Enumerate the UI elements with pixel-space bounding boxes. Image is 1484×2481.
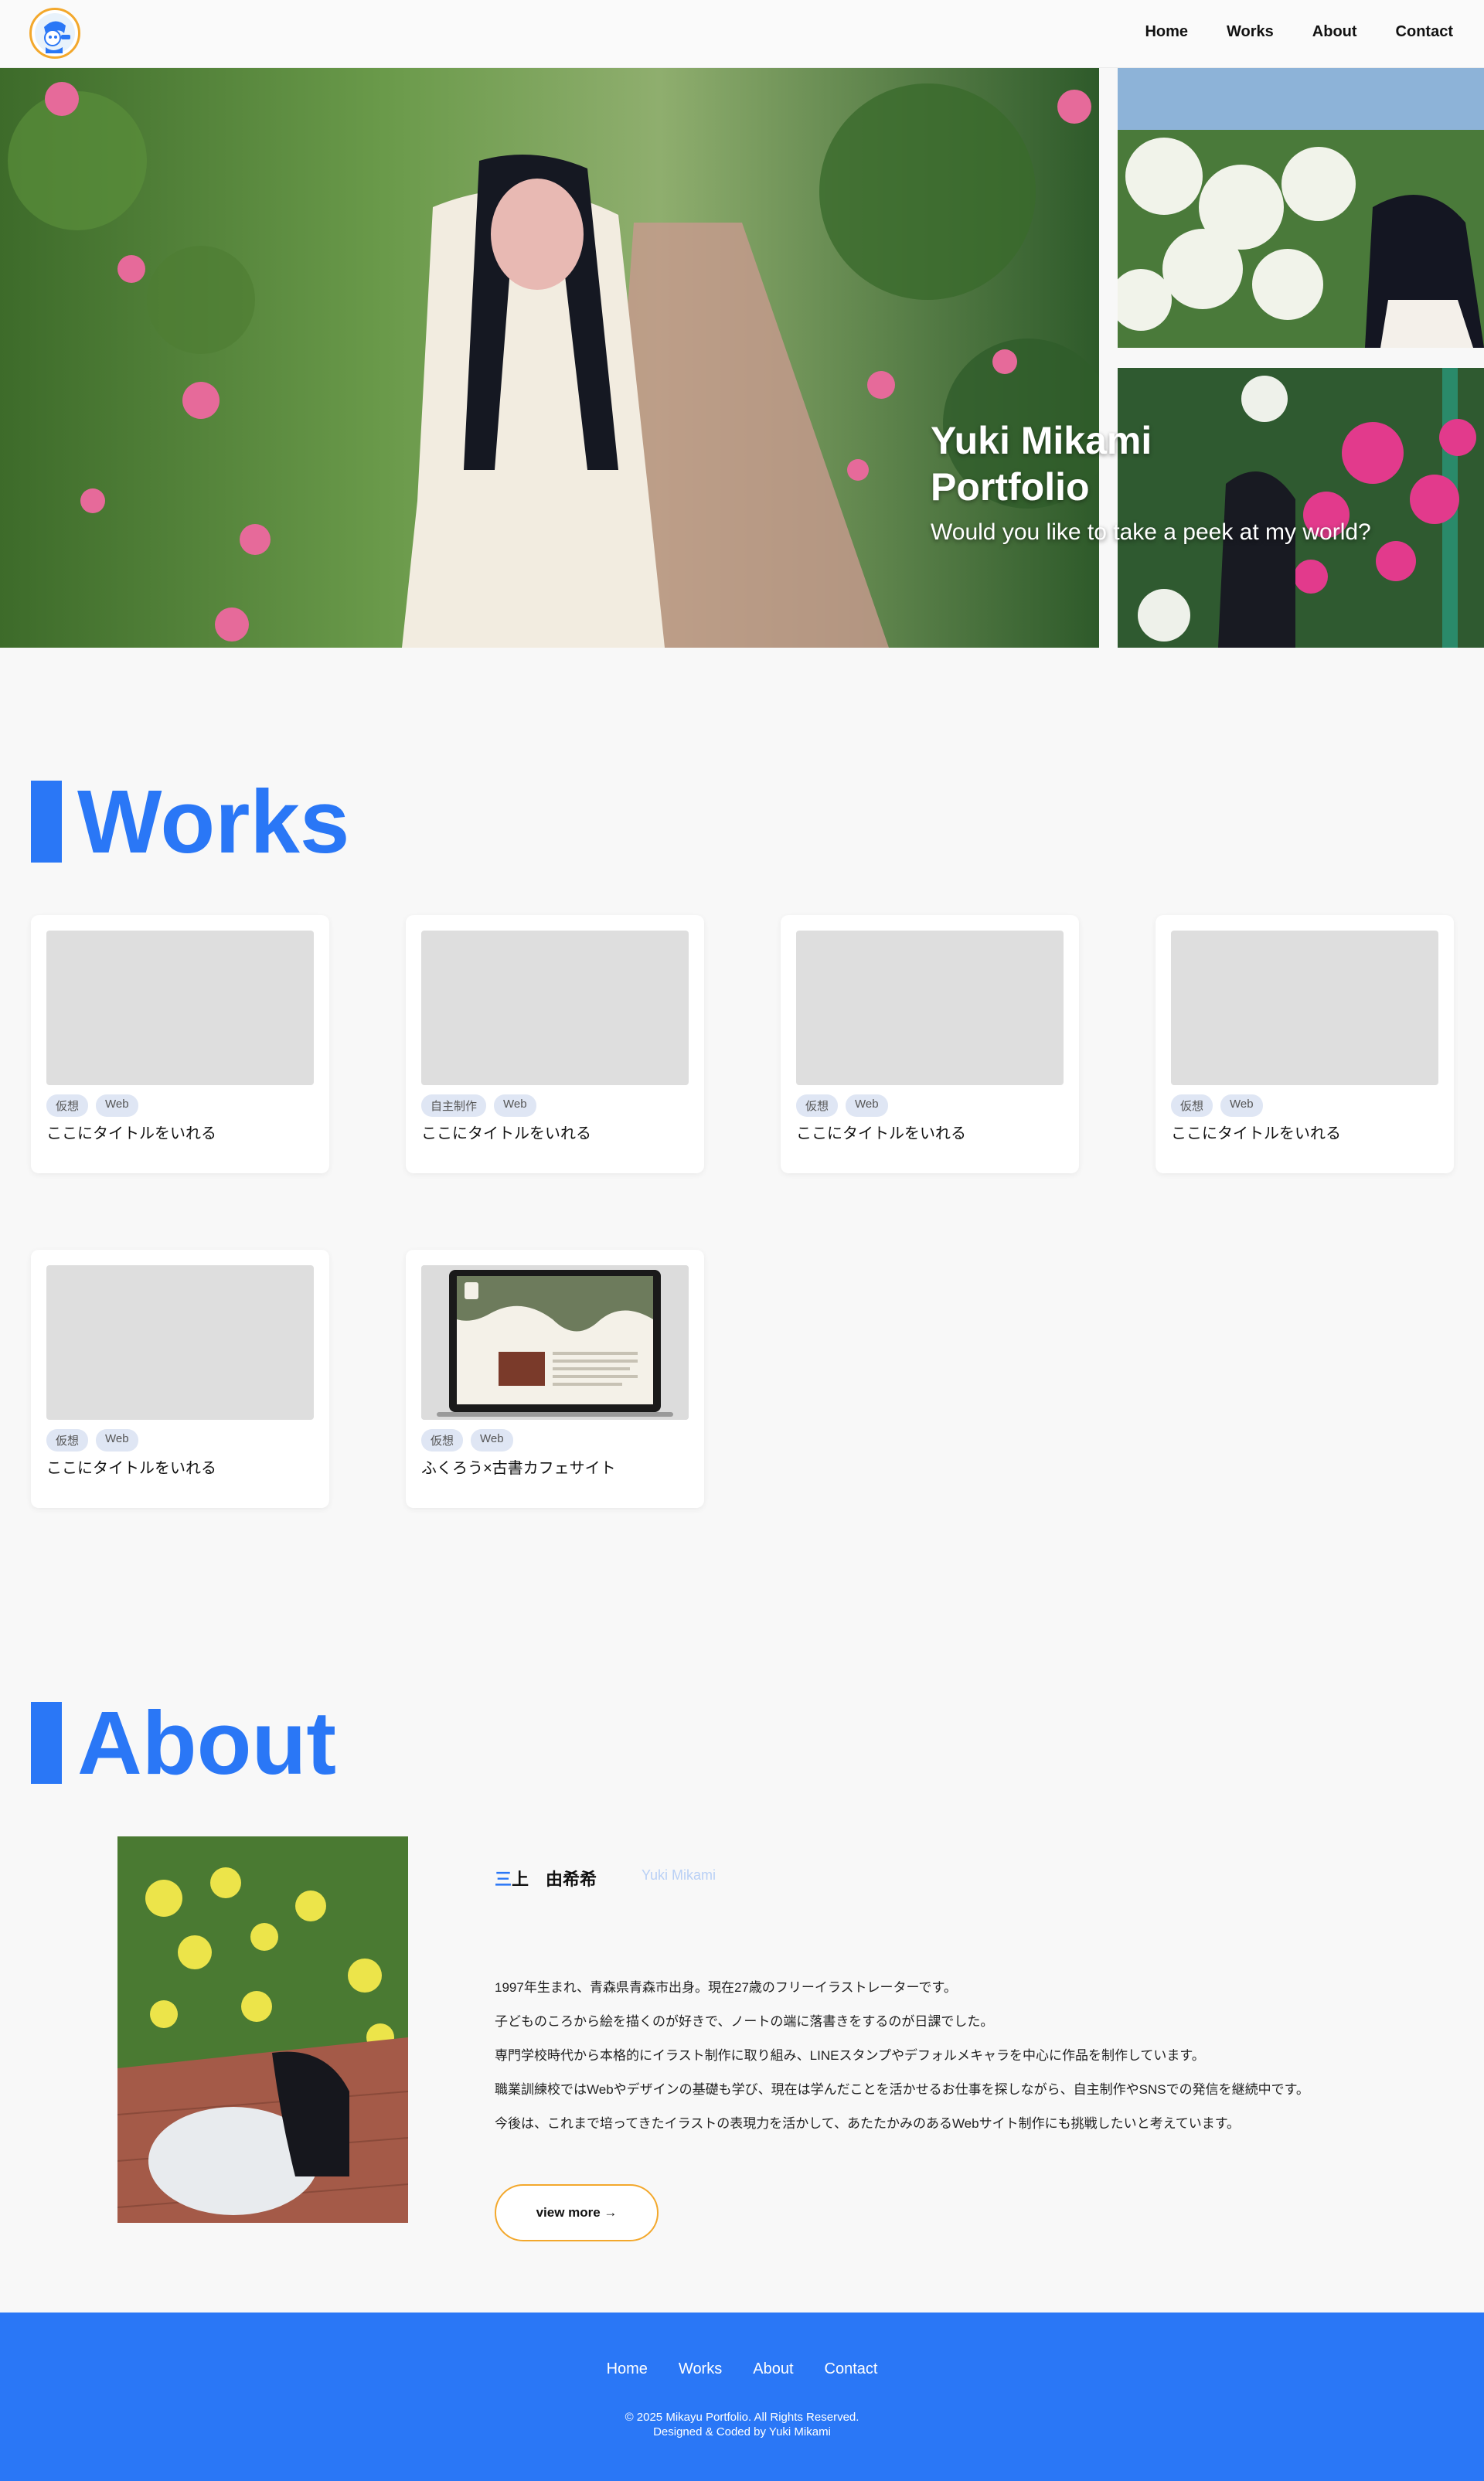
work-title: ふくろう×古書カフェサイト	[421, 1460, 616, 1477]
work-title: ここにタイトルをいれる	[796, 1125, 966, 1142]
work-card-5[interactable]: 仮想 Web ここにタイトルをいれる	[31, 1250, 329, 1508]
about-name-rest: 上 由希希	[512, 1870, 597, 1889]
nav-home[interactable]: Home	[1145, 23, 1188, 41]
work-thumbnail	[46, 1265, 314, 1420]
work-tags: 仮想 Web	[46, 1429, 138, 1452]
footer-nav-about[interactable]: About	[753, 2360, 793, 2378]
footer-nav-home[interactable]: Home	[607, 2360, 648, 2378]
work-tag: 仮想	[46, 1094, 89, 1117]
hero-title-line1: Yuki Mikami	[931, 419, 1152, 462]
work-tag: Web	[471, 1429, 513, 1452]
work-tag: Web	[96, 1094, 138, 1117]
work-thumbnail	[46, 931, 314, 1085]
work-tag: Web	[96, 1429, 138, 1452]
about-name: 三上 由希希	[495, 1866, 597, 1891]
copyright-text: © 2025 Mikayu Portfolio. All Rights Rese…	[625, 2411, 859, 2424]
about-photo	[117, 1836, 408, 2223]
work-title: ここにタイトルをいれる	[46, 1460, 216, 1477]
hero-side-photo-1	[1118, 68, 1484, 348]
work-tags: 自主制作 Web	[421, 1094, 536, 1117]
footer-nav-works[interactable]: Works	[679, 2360, 722, 2378]
work-card-4[interactable]: 仮想 Web ここにタイトルをいれる	[1156, 915, 1454, 1173]
work-card-3[interactable]: 仮想 Web ここにタイトルをいれる	[781, 915, 1079, 1173]
main-nav: Home Works About Contact	[1145, 23, 1453, 41]
hero-side-photo-2	[1118, 368, 1484, 648]
site-header: Home Works About Contact	[0, 0, 1484, 68]
about-heading-bar	[31, 1702, 62, 1784]
footer-nav-contact[interactable]: Contact	[825, 2360, 878, 2378]
work-tag: Web	[494, 1094, 536, 1117]
work-card-1[interactable]: 仮想 Web ここにタイトルをいれる	[31, 915, 329, 1173]
about-paragraph: 1997年生まれ、青森県青森市出身。現在27歳のフリーイラストレーターです。	[495, 1980, 957, 1995]
about-paragraph: 専門学校時代から本格的にイラスト制作に取り組み、LINEスタンプやデフォルメキャ…	[495, 2048, 1205, 2063]
work-thumbnail	[796, 931, 1064, 1085]
footer-nav: Home Works About Contact	[0, 2360, 1484, 2378]
hero-title-line2: Portfolio	[931, 465, 1090, 509]
hero-title: Yuki Mikami Portfolio	[931, 417, 1152, 510]
about-paragraph: 今後は、これまで培ってきたイラストの表現力を活かして、あたたかみのあるWebサイ…	[495, 2116, 1241, 2131]
view-more-button[interactable]: view more →	[495, 2184, 659, 2241]
about-paragraph: 子どものころから絵を描くのが好きで、ノートの端に落書きをするのが日課でした。	[495, 2014, 994, 2029]
work-tags: 仮想 Web	[421, 1429, 513, 1452]
work-tag: 仮想	[796, 1094, 839, 1117]
works-title: Works	[77, 771, 350, 872]
work-tag: Web	[1220, 1094, 1263, 1117]
work-title: ここにタイトルをいれる	[1171, 1125, 1341, 1142]
about-name-accent: 三	[495, 1870, 512, 1889]
about-paragraph: 職業訓練校ではWebやデザインの基礎も学び、現在は学んだことを活かせるお仕事を探…	[495, 2082, 1309, 2097]
work-card-2[interactable]: 自主制作 Web ここにタイトルをいれる	[406, 915, 704, 1173]
work-tag: 仮想	[46, 1429, 89, 1452]
about-text: 1997年生まれ、青森県青森市出身。現在27歳のフリーイラストレーターです。 子…	[495, 1971, 1422, 2141]
work-tags: 仮想 Web	[796, 1094, 888, 1117]
works-heading-bar	[31, 781, 62, 863]
nav-about[interactable]: About	[1312, 23, 1357, 41]
about-name-en: Yuki Mikami	[642, 1867, 716, 1883]
logo-icon[interactable]	[29, 8, 80, 59]
hero-subtitle: Would you like to take a peek at my worl…	[931, 519, 1371, 545]
work-tags: 仮想 Web	[1171, 1094, 1263, 1117]
work-tag: 仮想	[1171, 1094, 1213, 1117]
work-thumbnail	[421, 931, 689, 1085]
work-thumbnail-laptop	[421, 1265, 689, 1420]
works-heading: Works	[31, 771, 350, 872]
nav-contact[interactable]: Contact	[1396, 23, 1453, 41]
hero-section: Yuki Mikami Portfolio Would you like to …	[0, 68, 1484, 648]
footer-copyright: © 2025 Mikayu Portfolio. All Rights Rese…	[0, 2410, 1484, 2439]
work-tag: 仮想	[421, 1429, 464, 1452]
work-title: ここにタイトルをいれる	[46, 1125, 216, 1142]
hero-main-photo	[0, 68, 1099, 648]
site-footer: Home Works About Contact © 2025 Mikayu P…	[0, 2313, 1484, 2481]
work-tag: Web	[846, 1094, 888, 1117]
nav-works[interactable]: Works	[1227, 23, 1274, 41]
work-tags: 仮想 Web	[46, 1094, 138, 1117]
about-heading: About	[31, 1693, 336, 1793]
work-title: ここにタイトルをいれる	[421, 1125, 591, 1142]
credit-text: Designed & Coded by Yuki Mikami	[653, 2425, 831, 2438]
work-thumbnail	[1171, 931, 1438, 1085]
work-tag: 自主制作	[421, 1094, 487, 1117]
about-title: About	[77, 1693, 336, 1793]
work-card-6[interactable]: 仮想 Web ふくろう×古書カフェサイト	[406, 1250, 704, 1508]
